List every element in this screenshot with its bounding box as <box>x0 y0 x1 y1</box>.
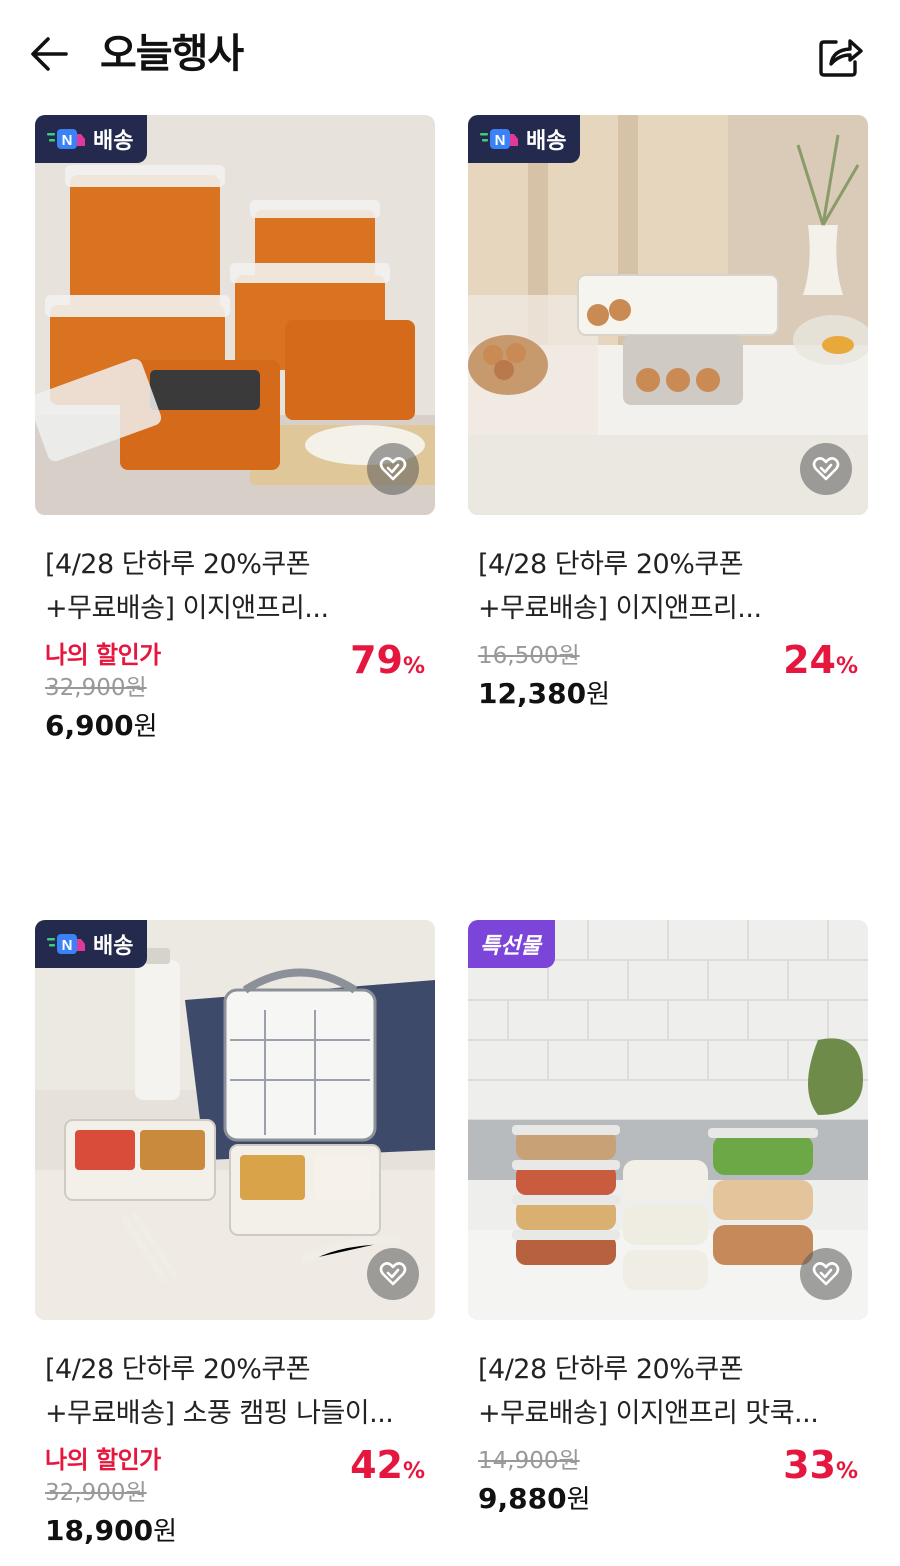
product-card[interactable]: N 배송 [4/28 단하루 20%쿠폰 +무료배송] 이지앤프리... 16,… <box>468 115 868 759</box>
final-price: 6,900원 <box>45 709 158 742</box>
price-block: 나의 할인가 32,900원 18,900원 42% <box>35 1443 435 1564</box>
price-block: 16,500원 12,380원 24% <box>468 638 868 759</box>
special-gift-badge: 특선물 <box>468 920 555 968</box>
wishlist-button[interactable] <box>800 1248 852 1300</box>
back-button[interactable] <box>26 30 74 78</box>
n-delivery-truck-icon: N <box>47 931 87 957</box>
product-image[interactable]: N 배송 <box>35 115 435 515</box>
product-title[interactable]: [4/28 단하루 20%쿠폰 +무료배송] 이지앤프리... <box>468 543 868 631</box>
final-price: 18,900원 <box>45 1514 177 1547</box>
badge-label: 배송 <box>93 934 134 959</box>
share-button[interactable] <box>814 30 866 82</box>
product-image[interactable]: N 배송 <box>35 920 435 1320</box>
price-block: 14,900원 9,880원 33% <box>468 1443 868 1564</box>
product-title[interactable]: [4/28 단하루 20%쿠폰 +무료배송] 이지앤프리 맛쿡... <box>468 1348 868 1436</box>
header-bar: 오늘행사 <box>0 0 900 112</box>
product-image[interactable]: N 배송 <box>468 115 868 515</box>
discount-rate: 79% <box>350 638 425 682</box>
product-card[interactable]: N 배송 [4/28 단하루 20%쿠폰 +무료배송] 이지앤프리... 나의 … <box>35 115 435 759</box>
n-delivery-truck-icon: N <box>47 126 87 152</box>
page-title: 오늘행사 <box>100 31 244 77</box>
wishlist-button[interactable] <box>367 1248 419 1300</box>
n-delivery-truck-icon: N <box>480 126 520 152</box>
badge-label: 배송 <box>526 129 567 154</box>
arrow-left-icon <box>31 37 68 71</box>
discount-rate: 33% <box>783 1443 858 1487</box>
share-icon <box>819 39 863 77</box>
wishlist-button[interactable] <box>800 443 852 495</box>
heart-check-icon <box>379 457 407 481</box>
n-delivery-badge: N 배송 <box>35 115 148 163</box>
wishlist-button[interactable] <box>367 443 419 495</box>
product-card[interactable]: N 배송 [4/28 단하루 20%쿠폰 +무료배송] 소풍 캠핑 나들이...… <box>35 920 435 1564</box>
product-title[interactable]: [4/28 단하루 20%쿠폰 +무료배송] 소풍 캠핑 나들이... <box>35 1348 435 1436</box>
product-title[interactable]: [4/28 단하루 20%쿠폰 +무료배송] 이지앤프리... <box>35 543 435 631</box>
svg-text:N: N <box>62 132 73 149</box>
product-image[interactable]: 특선물 <box>468 920 868 1320</box>
badge-label: 특선물 <box>480 934 541 959</box>
heart-check-icon <box>812 1262 840 1286</box>
discount-rate: 24% <box>783 638 858 682</box>
svg-text:N: N <box>495 132 506 149</box>
price-block: 나의 할인가 32,900원 6,900원 79% <box>35 638 435 759</box>
n-delivery-badge: N 배송 <box>35 920 148 968</box>
discount-rate: 42% <box>350 1443 425 1487</box>
product-card[interactable]: 특선물 [4/28 단하루 20%쿠폰 +무료배송] 이지앤프리 맛쿡... 1… <box>468 920 868 1564</box>
badge-label: 배송 <box>93 129 134 154</box>
heart-check-icon <box>812 457 840 481</box>
n-delivery-badge: N 배송 <box>468 115 581 163</box>
heart-check-icon <box>379 1262 407 1286</box>
svg-text:N: N <box>62 937 73 954</box>
